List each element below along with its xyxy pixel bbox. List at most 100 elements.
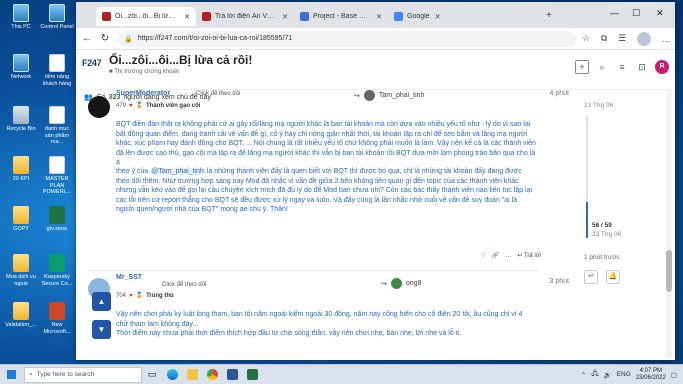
desktop-icon[interactable]: New Microsoft...	[40, 302, 74, 335]
tab-0[interactable]: Ối...zôi...ôi...Bị lừa cả rồi!✕	[96, 7, 196, 26]
post-username[interactable]: SuperModerator	[116, 90, 170, 97]
site-logo[interactable]: F247	[82, 58, 102, 68]
desktop-shortcut-icon	[49, 302, 65, 320]
word-taskbar-icon[interactable]	[222, 365, 242, 384]
maximize-button[interactable]: ☐	[632, 8, 640, 19]
hamburger-icon[interactable]: ≡	[615, 60, 629, 74]
close-tab-icon[interactable]: ✕	[282, 13, 288, 21]
desktop-icon[interactable]: 20 KPI	[4, 156, 38, 183]
follow-link[interactable]: Click để theo dõi	[196, 91, 240, 97]
timeline-track	[586, 116, 588, 216]
reply-icon[interactable]: ↩	[584, 270, 598, 284]
desktop-shortcut-icon	[13, 106, 29, 124]
post-footer: ♡ 🔗 … ↩ Trả lời	[480, 252, 541, 260]
url-text: https://f247.com/t/oi-zoi-oi-bi-lua-ca-r…	[137, 35, 293, 42]
language-indicator[interactable]: ENG	[617, 371, 631, 378]
extensions-icon[interactable]: ⧉	[595, 33, 613, 44]
minimize-button[interactable]: —	[610, 8, 619, 18]
more-icon[interactable]: …	[505, 253, 511, 259]
desktop-icon[interactable]: Recycle Bin	[4, 106, 38, 133]
desktop-icon[interactable]: Validation_...	[4, 302, 38, 329]
post-time[interactable]: 3 phút	[550, 278, 569, 285]
close-tab-icon[interactable]: ✕	[435, 13, 441, 21]
volume-icon[interactable]: 🔊	[604, 371, 612, 379]
scroll-up-button[interactable]: ▲	[92, 292, 111, 311]
scroll-down-button[interactable]: ▼	[92, 320, 111, 339]
network-icon[interactable]: 🖧	[591, 369, 598, 380]
desktop-icon[interactable]: This PC	[4, 4, 38, 31]
close-window-button[interactable]: ✕	[656, 8, 664, 19]
user-badge: Thành viên gạo cội	[146, 102, 201, 109]
refresh-icon[interactable]: ↻	[98, 33, 112, 44]
post-username[interactable]: Mr_SST	[116, 274, 142, 281]
desktop-icon[interactable]: danh mục sản phẩm ma...	[40, 106, 74, 146]
post-divider	[88, 270, 538, 271]
like-icon[interactable]: ♡	[480, 252, 485, 259]
bell-icon[interactable]: 🔔	[606, 270, 620, 284]
url-field[interactable]: 🔒 https://f247.com/t/oi-zoi-oi-bi-lua-ca…	[118, 30, 577, 47]
timeline-handle[interactable]	[586, 202, 588, 238]
notifications-icon[interactable]: ⊡	[635, 60, 649, 74]
back-icon[interactable]: ←	[80, 33, 94, 44]
desktop-icon[interactable]: MASTER PLAN POWERL...	[40, 156, 74, 196]
tab-3[interactable]: Google ✕	[388, 7, 484, 26]
tab-bar: Ối...zôi...ôi...Bị lừa cả rồi!✕Trả lời đ…	[76, 2, 675, 28]
link-icon[interactable]: 🔗	[492, 252, 499, 259]
forum-header: F247 Ối...zôi...ôi...Bị lừa cả rồi! ■ Th…	[76, 50, 675, 90]
tab-favicon-icon	[300, 12, 309, 21]
excel-taskbar-icon[interactable]	[242, 365, 262, 384]
reply-avatar	[390, 278, 402, 289]
reply-to[interactable]: ↪ Tam_phai_tinh	[354, 90, 424, 101]
desktop-shortcut-icon	[13, 254, 29, 272]
collections-icon[interactable]: ☰	[613, 33, 631, 44]
tab-1[interactable]: Trả lời điện Ẩn Vạ Hội...✕	[196, 7, 294, 26]
chrome-taskbar-icon[interactable]	[202, 365, 222, 384]
chevron-up-icon[interactable]: ⌃	[581, 371, 586, 379]
user-badge: Trung thủ	[146, 292, 174, 299]
desktop-icon[interactable]: GOPY	[4, 206, 38, 233]
desktop-icon[interactable]: Control Panel	[40, 4, 74, 31]
tab-2[interactable]: Project - Base Wework✕	[294, 7, 388, 26]
desktop-icon[interactable]: Kaspersky Secure Co...	[40, 254, 74, 287]
close-tab-icon[interactable]: ✕	[184, 13, 190, 21]
timeline-current-date: 23 Thg 06	[592, 231, 622, 238]
timeline-last-reply[interactable]: 1 phút trước	[584, 254, 620, 261]
timeline-position: 56 / 59	[592, 222, 612, 229]
edge-taskbar-icon[interactable]	[162, 365, 182, 384]
heart-icon: ♥	[129, 102, 133, 109]
desktop-shortcut-icon	[13, 206, 29, 224]
reply-to[interactable]: ↪ ong8	[381, 278, 421, 289]
desktop-icon[interactable]: Network	[4, 54, 38, 81]
desktop-icon[interactable]: gtv.store	[40, 206, 74, 233]
tab-favicon-icon	[394, 12, 403, 21]
avatar[interactable]	[88, 96, 110, 118]
start-button[interactable]	[0, 365, 22, 384]
search-icon[interactable]: ⌕	[595, 60, 609, 74]
desktop-shortcut-icon	[49, 254, 65, 272]
follow-link[interactable]: Click để theo dõi	[162, 282, 206, 288]
close-tab-icon[interactable]: ✕	[376, 13, 382, 21]
file-explorer-icon[interactable]	[182, 365, 202, 384]
timeline-start-date[interactable]: 23 Thg 06	[584, 102, 613, 109]
menu-icon[interactable]: …	[657, 34, 675, 44]
browser-window: Ối...zôi...ôi...Bị lừa cả rồi!✕Trả lời đ…	[76, 2, 675, 360]
new-topic-icon[interactable]: +	[575, 60, 589, 74]
search-icon: ⌕	[29, 370, 33, 378]
user-avatar[interactable]: R	[655, 60, 669, 74]
new-tab-button[interactable]: +	[546, 10, 552, 21]
scrollbar-thumb[interactable]	[666, 250, 672, 292]
desktop-icon[interactable]: Mua dịch vụ ngoài	[4, 254, 38, 287]
task-view-icon[interactable]: ▭	[142, 365, 162, 384]
reply-avatar	[363, 90, 375, 101]
favorite-star-icon[interactable]: ☆	[577, 33, 595, 44]
taskbar-search[interactable]: ⌕ Type here to search	[24, 366, 142, 383]
reply-button[interactable]: ↩ Trả lời	[517, 252, 541, 259]
post-time[interactable]: 4 phút	[550, 90, 569, 97]
page-scrollbar[interactable]	[666, 90, 672, 358]
desktop-icon[interactable]: tiếm năng khách hàng	[40, 54, 74, 87]
profile-avatar[interactable]	[637, 31, 651, 46]
subforum-label[interactable]: ■ Thị trường chứng khoán	[109, 69, 179, 75]
clock[interactable]: 4:07 PM 23/06/2022	[636, 368, 666, 382]
notification-center-icon[interactable]: ▢	[671, 371, 677, 379]
user-mention[interactable]: @Tam_phai_tinh	[150, 168, 205, 175]
